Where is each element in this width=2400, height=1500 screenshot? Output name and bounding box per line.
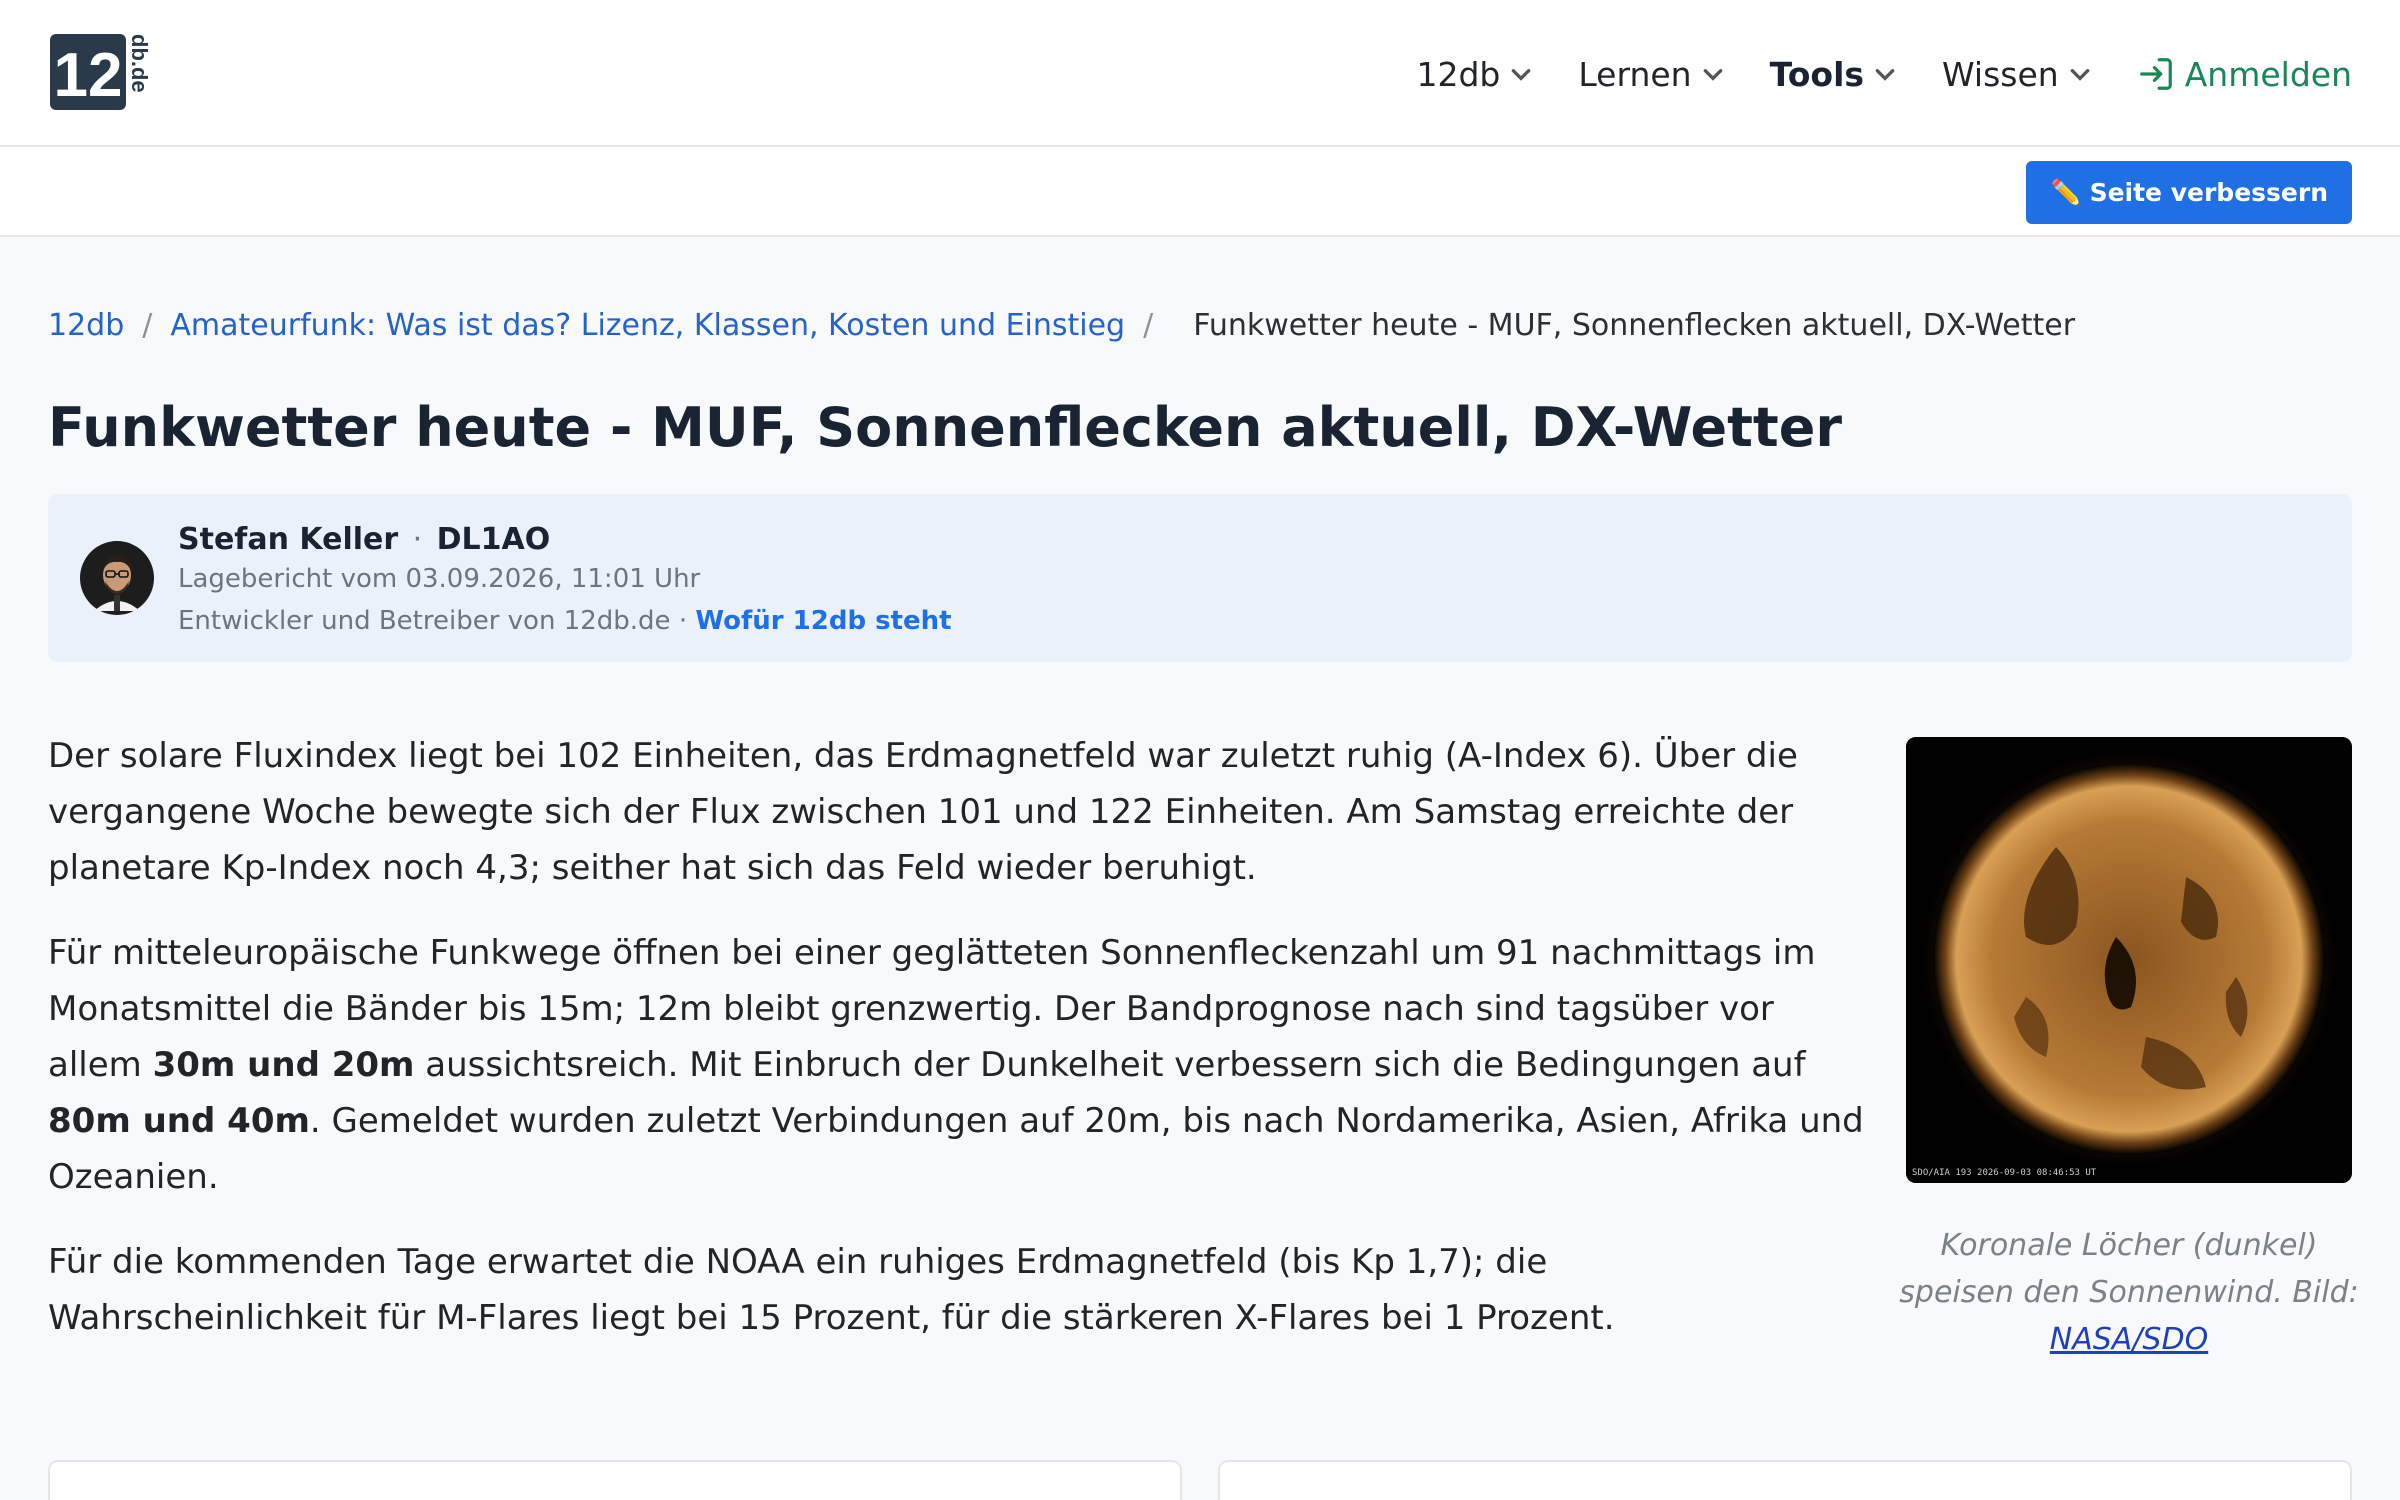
author-separator: · — [412, 522, 423, 557]
chevron-down-icon — [1703, 69, 1722, 81]
site-logo[interactable]: 12 db.de — [48, 30, 154, 114]
nav-item-label: Tools — [1769, 54, 1865, 94]
info-card — [48, 1460, 1182, 1500]
login-icon — [2139, 58, 2172, 90]
chevron-down-icon — [1512, 69, 1531, 81]
report-date: Lagebericht vom 03.09.2026, 11:01 Uhr — [178, 564, 701, 594]
breadcrumb-link-amateurfunk[interactable]: Amateurfunk: Was ist das? Lizenz, Klasse… — [170, 308, 1125, 343]
breadcrumb-current: Funkwetter heute - MUF, Sonnenflecken ak… — [1193, 308, 2076, 343]
about-12db-link[interactable]: Wofür 12db steht — [695, 606, 951, 636]
chevron-down-icon — [1875, 69, 1895, 81]
breadcrumb-link-home[interactable]: 12db — [48, 308, 124, 343]
improve-page-label: Seite verbessern — [2089, 178, 2328, 207]
article-paragraph: Für die kommenden Tage erwartet die NOAA… — [48, 1242, 1615, 1338]
main-nav: 12db Lernen Tools Wissen Anmelden — [1416, 44, 2352, 104]
breadcrumb: 12db / Amateurfunk: Was ist das? Lizenz,… — [48, 308, 2075, 343]
top-navbar: 12 db.de 12db Lernen Tools Wissen Anmeld… — [0, 0, 2400, 147]
svg-text:12: 12 — [54, 41, 123, 110]
nav-item-wissen[interactable]: Wissen — [1942, 55, 2091, 94]
info-card — [1218, 1460, 2352, 1500]
breadcrumb-separator: / — [1143, 308, 1154, 343]
svg-text:db.de: db.de — [127, 34, 152, 93]
article-paragraph: Für mitteleuropäische Funkwege öffnen be… — [48, 933, 1864, 1197]
image-caption: Koronale Löcher (dunkel) speisen den Son… — [1890, 1222, 2368, 1363]
breadcrumb-separator: / — [142, 308, 153, 343]
author-role: Entwickler und Betreiber von 12db.de · — [178, 606, 688, 636]
article-paragraph: Der solare Fluxindex liegt bei 102 Einhe… — [48, 736, 1798, 888]
chevron-down-icon — [2070, 69, 2090, 81]
sun-image: SDO/AIA 193 2026-09-03 08:46:53 UT — [1906, 737, 2352, 1183]
nav-item-label: 12db — [1416, 54, 1501, 94]
author-callsign: DL1AO — [436, 522, 551, 557]
bands-night-highlight: 80m und 40m — [48, 1101, 310, 1141]
author-role-line: Entwickler und Betreiber von 12db.de · W… — [178, 606, 952, 636]
caption-text: Koronale Löcher (dunkel) speisen den Son… — [1899, 1228, 2359, 1310]
svg-text:SDO/AIA 193 2026-09-03 08:4: SDO/AIA 193 2026-09-03 08:46:53 UT — [1912, 1168, 2097, 1178]
article-body: Der solare Fluxindex liegt bei 102 Einhe… — [48, 728, 1868, 1375]
pencil-icon: ✏️ — [2050, 177, 2082, 207]
bands-day-highlight: 30m und 20m — [152, 1045, 415, 1085]
improve-page-button[interactable]: ✏️ Seite verbessern — [2026, 161, 2352, 224]
login-label: Anmelden — [2184, 54, 2352, 94]
nav-item-label: Lernen — [1578, 54, 1692, 94]
avatar — [80, 541, 154, 615]
nav-item-tools[interactable]: Tools — [1770, 55, 1896, 94]
author-name: Stefan Keller — [178, 522, 399, 557]
nav-item-lernen[interactable]: Lernen — [1578, 55, 1723, 94]
page-toolbar: ✏️ Seite verbessern — [0, 147, 2400, 237]
login-button[interactable]: Anmelden — [2137, 55, 2352, 94]
image-source-link[interactable]: NASA/SDO — [2050, 1322, 2208, 1357]
nav-item-label: Wissen — [1942, 54, 2059, 94]
page-title: Funkwetter heute - MUF, Sonnenflecken ak… — [48, 396, 1842, 459]
author-box: Stefan Keller · DL1AO Lagebericht vom 03… — [48, 494, 2352, 662]
author-name-line: Stefan Keller · DL1AO — [178, 522, 550, 557]
nav-item-12db[interactable]: 12db — [1416, 55, 1532, 94]
